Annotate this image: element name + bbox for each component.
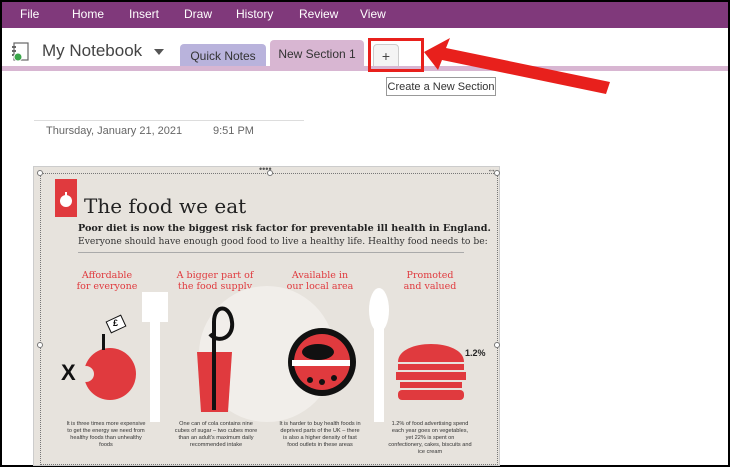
percent-label: 1.2% [465, 348, 486, 358]
notebook-bar: My Notebook Quick Notes New Section 1 + [2, 30, 728, 70]
price-tag-label: £ [113, 318, 119, 328]
tooltip: Create a New Section [386, 77, 496, 96]
menu-file[interactable]: File [20, 7, 39, 21]
drag-grip-icon[interactable]: •••• [259, 164, 272, 174]
infographic-sub-line: Everyone should have enough good food to… [78, 236, 488, 247]
description-affordable: It is three times more expensive to get … [66, 421, 146, 448]
page-date: Thursday, January 21, 2021 [46, 125, 183, 137]
tab-label: Quick Notes [190, 49, 256, 63]
menu-review[interactable]: Review [299, 7, 338, 21]
section-tab-strip-line [2, 66, 728, 71]
page-title-line [34, 120, 304, 121]
menu-home[interactable]: Home [72, 7, 104, 21]
notebook-icon[interactable] [10, 41, 32, 63]
chevron-down-icon[interactable] [154, 49, 164, 55]
description-promoted: 1.2% of food advertising spend each year… [388, 421, 472, 455]
tab-new-section-1[interactable]: New Section 1 [270, 40, 364, 68]
tab-quick-notes[interactable]: Quick Notes [180, 44, 266, 68]
menu-draw[interactable]: Draw [184, 7, 212, 21]
burger-icon [398, 344, 464, 362]
x-mark: X [61, 360, 76, 385]
page-time: 9:51 PM [213, 125, 254, 137]
infographic-artwork [78, 286, 466, 422]
tab-label: New Section 1 [278, 47, 356, 61]
infographic-bold-line: Poor diet is now the biggest risk factor… [78, 223, 491, 234]
menu-bar: File Home Insert Draw History Review Vie… [2, 2, 728, 28]
menu-history[interactable]: History [236, 7, 273, 21]
move-handle-icon[interactable]: ↔ [487, 164, 496, 174]
divider [78, 252, 464, 253]
notebook-title[interactable]: My Notebook [42, 41, 142, 61]
apple-logo [55, 179, 77, 217]
description-food-supply: One can of cola contains nine cubes of s… [174, 421, 258, 448]
menu-insert[interactable]: Insert [129, 7, 159, 21]
menu-view[interactable]: View [360, 7, 386, 21]
resize-handle[interactable] [37, 170, 43, 176]
description-local-area: It is harder to buy health foods in depr… [279, 421, 361, 448]
highlight-box [368, 38, 424, 72]
infographic-title: The food we eat [84, 194, 247, 218]
